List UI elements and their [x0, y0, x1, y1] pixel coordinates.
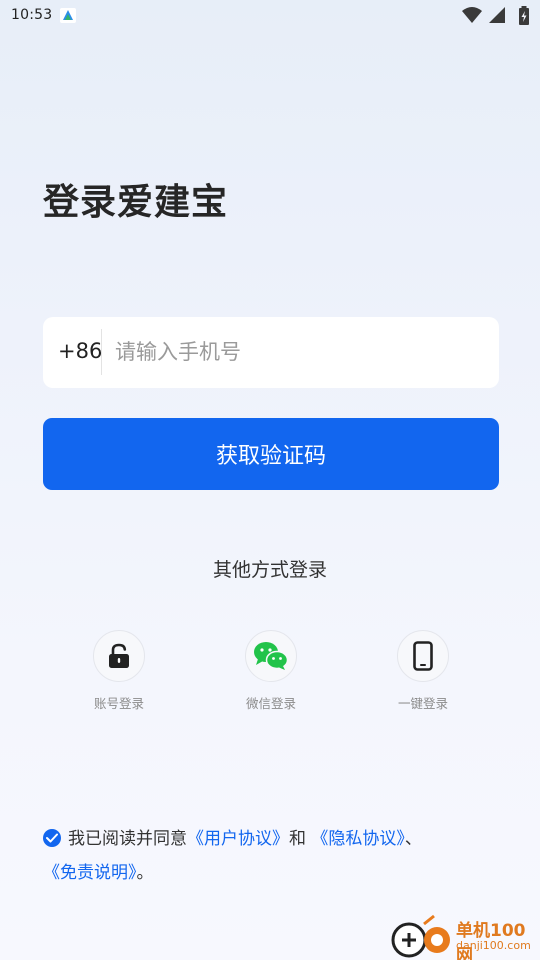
smartphone-icon [413, 641, 433, 671]
wechat-login-button[interactable] [245, 630, 297, 682]
account-login-option[interactable]: 账号登录 [64, 630, 174, 712]
phone-number-input[interactable] [115, 331, 475, 373]
agreement-separator: 、 [404, 829, 422, 849]
agreement-suffix: 。 [136, 863, 154, 883]
country-code-selector[interactable]: +86 [58, 339, 102, 363]
other-login-methods-title: 其他方式登录 [212, 559, 327, 581]
lock-icon [109, 643, 129, 668]
login-screen: 10:53 登录爱建宝 +86 获取验证码 其他方式登录 [0, 0, 540, 960]
site-watermark: 单机100网 danji100.com [389, 912, 540, 960]
wechat-login-label: 微信登录 [245, 696, 296, 711]
user-agreement-link[interactable]: 《用户协议》 [187, 829, 289, 849]
page-title: 登录爱建宝 [43, 182, 229, 223]
watermark-site-name: 单机100网 [456, 921, 526, 960]
signal-icon [489, 7, 505, 23]
watermark-logo [391, 914, 450, 958]
privacy-policy-link[interactable]: 《隐私协议》 [311, 829, 405, 849]
status-bar: 10:53 [0, 0, 540, 32]
one-click-login-label: 一键登录 [397, 696, 448, 711]
agreement-text: 我已阅读并同意《用户协议》和 《隐私协议》、《免责说明》。 [43, 822, 503, 890]
agreement-prefix: 我已阅读并同意 [68, 829, 187, 849]
get-verification-code-button[interactable]: 获取验证码 [43, 418, 499, 490]
agreement-and: 和 [289, 829, 306, 849]
phone-field-divider [101, 329, 102, 375]
wechat-icon [254, 642, 289, 670]
watermark-site-url: danji100.com [456, 939, 531, 952]
one-click-login-button[interactable] [397, 630, 449, 682]
app-notification-icon [60, 8, 76, 23]
status-time: 10:53 [11, 7, 53, 23]
agreement-checkbox[interactable] [43, 829, 61, 847]
checkmark-icon [46, 833, 58, 843]
battery-icon [519, 6, 529, 25]
disclaimer-link[interactable]: 《免责说明》 [43, 863, 137, 883]
one-click-login-option[interactable]: 一键登录 [368, 630, 478, 712]
account-login-button[interactable] [93, 630, 145, 682]
phone-field-container: +86 [43, 317, 499, 388]
wechat-login-option[interactable]: 微信登录 [216, 630, 326, 712]
account-login-label: 账号登录 [93, 696, 144, 711]
wifi-icon [462, 7, 482, 23]
